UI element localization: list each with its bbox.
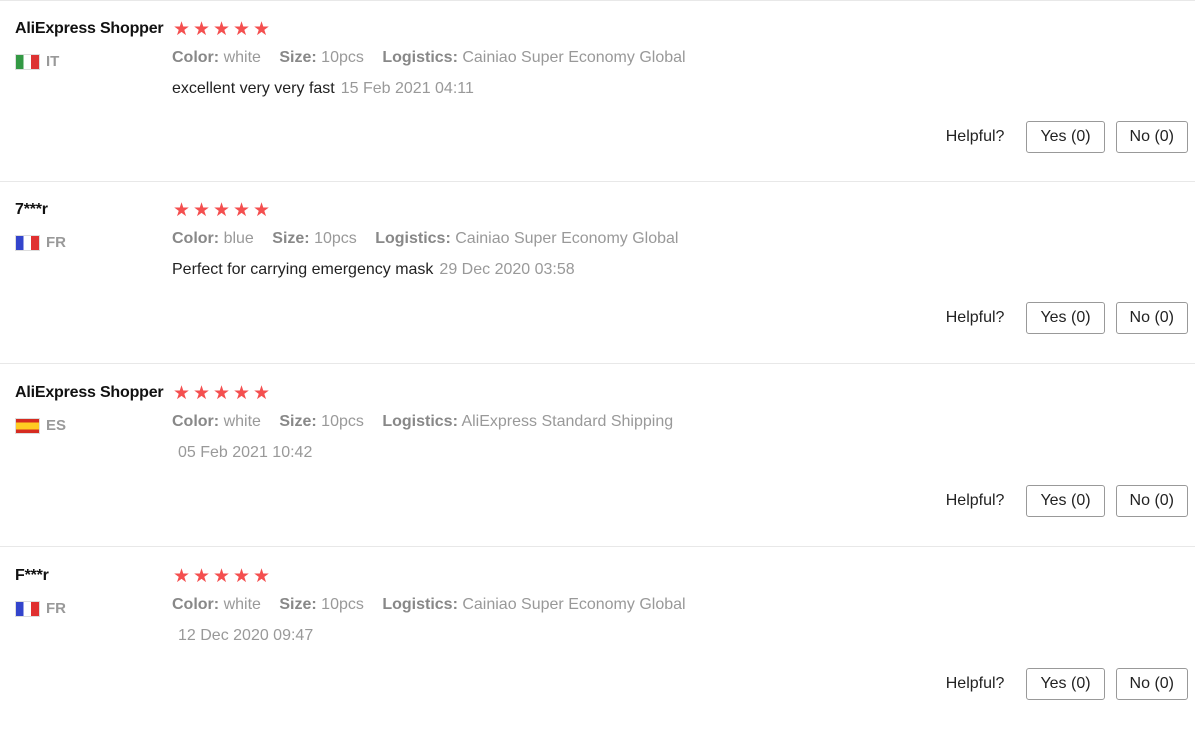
country-code: FR <box>46 234 66 251</box>
color-value: white <box>223 49 261 66</box>
size-value: 10pcs <box>321 596 364 613</box>
star-icon: ★ <box>232 383 251 404</box>
reviewer-name: 7***r <box>15 201 48 218</box>
size-value: 10pcs <box>314 230 357 247</box>
france-flag-icon <box>15 600 40 617</box>
star-icon: ★ <box>192 566 211 587</box>
sku-info: Color: blue Size: 10pcs Logistics: Caini… <box>172 230 692 248</box>
feedback-list: AliExpress Shopper IT ★ ★ ★ ★ ★ Color: white… <box>0 0 1199 713</box>
helpful-votes: Helpful? Yes (0) No (0) <box>946 121 1188 153</box>
review-content: 05 Feb 2021 10:42 <box>172 444 312 462</box>
reviewer-country: IT <box>15 53 59 70</box>
star-icon: ★ <box>172 383 191 404</box>
helpful-label: Helpful? <box>945 128 1005 145</box>
france-flag-icon <box>15 234 40 251</box>
size-label: Size: <box>279 49 317 66</box>
star-icon: ★ <box>192 200 211 221</box>
logistics-value: AliExpress Standard Shipping <box>461 413 674 430</box>
helpful-no-button[interactable]: No (0) <box>1115 485 1188 517</box>
reviewer-country: FR <box>15 234 66 251</box>
helpful-yes-button[interactable]: Yes (0) <box>1026 485 1105 517</box>
helpful-yes-button[interactable]: Yes (0) <box>1026 668 1105 700</box>
star-rating: ★ ★ ★ ★ ★ <box>172 384 271 404</box>
star-icon: ★ <box>252 200 271 221</box>
sku-info: Color: white Size: 10pcs Logistics: AliE… <box>172 413 687 431</box>
reviewer-name: AliExpress Shopper <box>15 20 164 37</box>
star-rating: ★ ★ ★ ★ ★ <box>172 20 271 40</box>
logistics-value: Cainiao Super Economy Global <box>462 596 686 613</box>
review-content: 12 Dec 2020 09:47 <box>172 627 313 645</box>
logistics-label: Logistics: <box>375 230 451 247</box>
star-icon: ★ <box>192 19 211 40</box>
star-icon: ★ <box>172 200 191 221</box>
star-icon: ★ <box>212 566 231 587</box>
color-label: Color: <box>172 49 220 66</box>
star-icon: ★ <box>212 200 231 221</box>
color-label: Color: <box>172 596 220 613</box>
star-rating: ★ ★ ★ ★ ★ <box>172 567 271 587</box>
review-date: 29 Dec 2020 03:58 <box>439 261 575 278</box>
country-code: IT <box>46 53 60 70</box>
star-icon: ★ <box>232 566 251 587</box>
star-rating: ★ ★ ★ ★ ★ <box>172 201 271 221</box>
helpful-label: Helpful? <box>945 492 1005 509</box>
size-value: 10pcs <box>321 49 364 66</box>
review-item: F***r FR ★ ★ ★ ★ ★ Color: white Size: 10pcs … <box>0 548 1195 730</box>
reviewer-name: AliExpress Shopper <box>15 384 164 401</box>
logistics-label: Logistics: <box>382 596 458 613</box>
review-content: Perfect for carrying emergency mask 29 De… <box>172 261 575 279</box>
review-item: AliExpress Shopper ES ★ ★ ★ ★ ★ Color: white… <box>0 365 1195 547</box>
helpful-votes: Helpful? Yes (0) No (0) <box>946 302 1188 334</box>
logistics-value: Cainiao Super Economy Global <box>462 49 686 66</box>
spain-flag-icon <box>15 417 40 434</box>
star-icon: ★ <box>172 566 191 587</box>
italy-flag-icon <box>15 53 40 70</box>
size-label: Size: <box>279 413 317 430</box>
helpful-label: Helpful? <box>945 309 1005 326</box>
star-icon: ★ <box>232 19 251 40</box>
star-icon: ★ <box>172 19 191 40</box>
reviewer-name: F***r <box>15 567 49 584</box>
helpful-no-button[interactable]: No (0) <box>1115 121 1188 153</box>
star-icon: ★ <box>192 383 211 404</box>
helpful-votes: Helpful? Yes (0) No (0) <box>946 668 1188 700</box>
review-content: excellent very very fast 15 Feb 2021 04:1… <box>172 80 474 98</box>
helpful-label: Helpful? <box>945 675 1005 692</box>
color-value: white <box>223 413 261 430</box>
sku-info: Color: white Size: 10pcs Logistics: Cain… <box>172 49 700 67</box>
helpful-no-button[interactable]: No (0) <box>1115 668 1188 700</box>
logistics-label: Logistics: <box>382 413 458 430</box>
review-date: 15 Feb 2021 04:11 <box>340 80 474 97</box>
logistics-value: Cainiao Super Economy Global <box>455 230 679 247</box>
reviewer-country: FR <box>15 600 66 617</box>
sku-info: Color: white Size: 10pcs Logistics: Cain… <box>172 596 700 614</box>
color-label: Color: <box>172 230 220 247</box>
helpful-yes-button[interactable]: Yes (0) <box>1026 302 1105 334</box>
star-icon: ★ <box>252 383 271 404</box>
review-text: Perfect for carrying emergency mask <box>172 261 434 278</box>
country-code: ES <box>46 417 67 434</box>
star-icon: ★ <box>232 200 251 221</box>
review-item: AliExpress Shopper IT ★ ★ ★ ★ ★ Color: white… <box>0 0 1195 182</box>
color-label: Color: <box>172 413 220 430</box>
star-icon: ★ <box>252 19 271 40</box>
helpful-votes: Helpful? Yes (0) No (0) <box>946 485 1188 517</box>
review-date: 05 Feb 2021 10:42 <box>178 444 313 461</box>
country-code: FR <box>46 600 66 617</box>
star-icon: ★ <box>212 19 231 40</box>
helpful-no-button[interactable]: No (0) <box>1115 302 1188 334</box>
color-value: blue <box>223 230 254 247</box>
helpful-yes-button[interactable]: Yes (0) <box>1026 121 1105 153</box>
reviewer-country: ES <box>15 417 66 434</box>
size-value: 10pcs <box>321 413 364 430</box>
review-date: 12 Dec 2020 09:47 <box>178 627 314 644</box>
review-text: excellent very very fast <box>172 80 335 97</box>
logistics-label: Logistics: <box>382 49 458 66</box>
star-icon: ★ <box>252 566 271 587</box>
size-label: Size: <box>272 230 310 247</box>
size-label: Size: <box>279 596 317 613</box>
star-icon: ★ <box>212 383 231 404</box>
review-item: 7***r FR ★ ★ ★ ★ ★ Color: blue Size: 10pcs L… <box>0 182 1195 364</box>
color-value: white <box>223 596 261 613</box>
